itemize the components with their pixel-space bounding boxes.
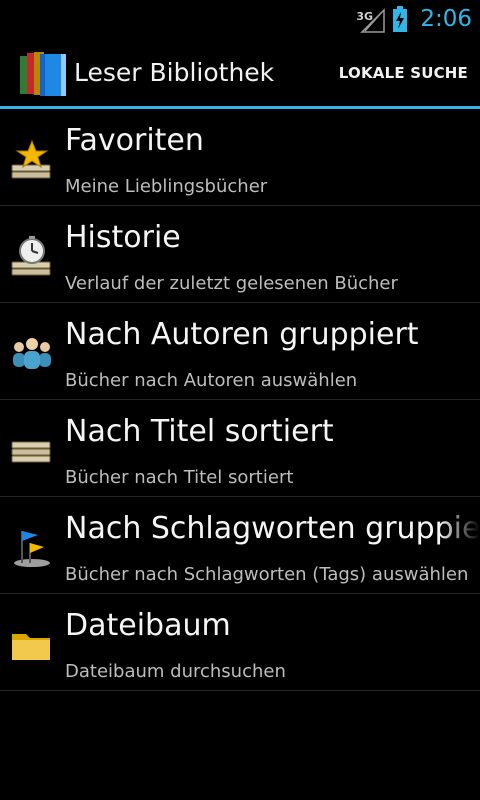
item-subtitle: Bücher nach Schlagworten (Tags) auswähle…	[65, 564, 469, 585]
local-search-button[interactable]: LOKALE SUCHE	[339, 64, 468, 82]
item-title: Nach Titel sortiert	[65, 414, 334, 449]
item-subtitle: Bücher nach Autoren auswählen	[65, 370, 358, 391]
signal-indicator: 3G	[356, 4, 386, 34]
item-subtitle: Verlauf der zuletzt gelesenen Bücher	[65, 273, 398, 294]
item-title: Nach Schlagworten gruppiert	[65, 511, 480, 546]
people-icon	[13, 338, 51, 369]
app-title: Leser Bibliothek	[74, 58, 275, 87]
list-item-tags[interactable]: Nach Schlagworten gruppiert Bücher nach …	[0, 497, 480, 594]
item-subtitle: Meine Lieblingsbücher	[65, 176, 268, 197]
list-item-filetree[interactable]: Dateibaum Dateibaum durchsuchen	[0, 594, 480, 691]
item-subtitle: Dateibaum durchsuchen	[65, 661, 286, 682]
list-item-titles[interactable]: Nach Titel sortiert Bücher nach Titel so…	[0, 400, 480, 497]
item-title: Nach Autoren gruppiert	[65, 317, 419, 352]
folder-icon	[12, 634, 50, 660]
list-item-authors[interactable]: Nach Autoren gruppiert Bücher nach Autor…	[0, 303, 480, 400]
app-logo-icon[interactable]	[18, 50, 68, 98]
library-list: Favoriten Meine Lieblingsbücher Historie…	[0, 109, 480, 691]
action-bar: Leser Bibliothek LOKALE SUCHE	[0, 38, 480, 106]
list-item-favorites[interactable]: Favoriten Meine Lieblingsbücher	[0, 109, 480, 206]
list-item-history[interactable]: Historie Verlauf der zuletzt gelesenen B…	[0, 206, 480, 303]
clock: 2:06	[420, 6, 472, 32]
star-books-icon	[11, 139, 51, 179]
item-title: Favoriten	[65, 123, 204, 158]
item-title: Historie	[65, 220, 181, 255]
battery-charging-icon	[393, 6, 408, 32]
signal-icon	[360, 8, 386, 33]
clock-books-icon	[11, 236, 51, 276]
books-stack-icon	[11, 441, 51, 463]
status-indicators: 3G 2:06	[356, 0, 472, 38]
status-bar: 3G 2:06	[0, 0, 480, 38]
title-fade	[440, 497, 480, 557]
item-title: Dateibaum	[65, 608, 231, 643]
flags-icon	[14, 531, 50, 567]
item-subtitle: Bücher nach Titel sortiert	[65, 467, 294, 488]
